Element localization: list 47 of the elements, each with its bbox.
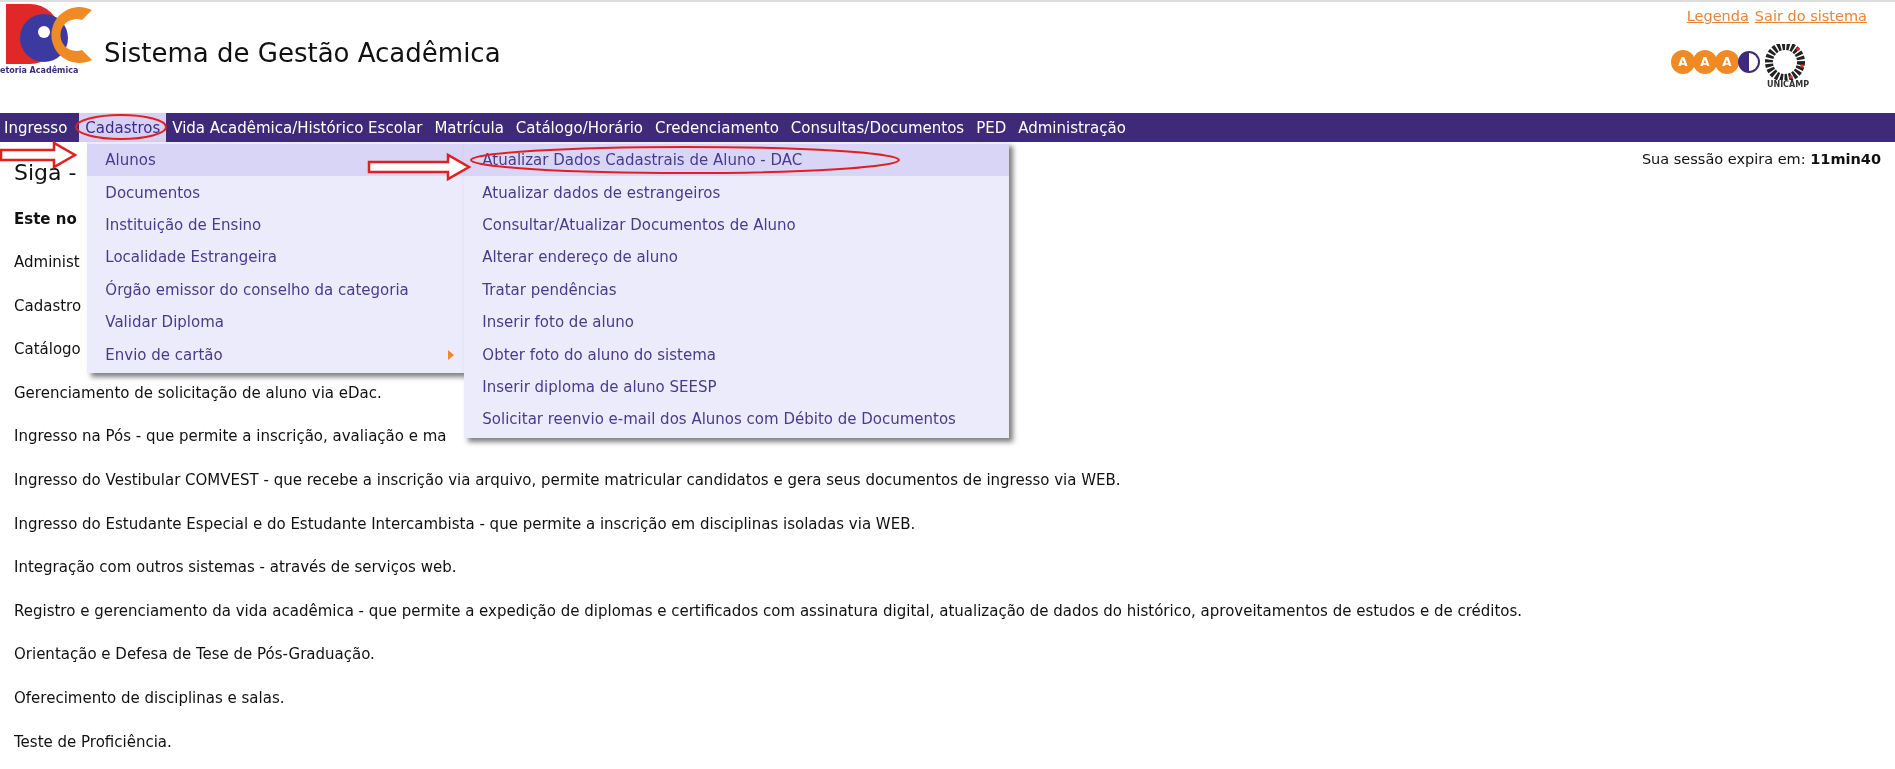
logo-caption: etoria Acadêmica [0,66,79,75]
logo-letter: A [1714,50,1739,74]
paragraph: Ingresso do Vestibular COMVEST - que recebe a inscrição via arquivo, permite matricular candidatos e gera seus documentos de ingresso via WEB. [14,469,1121,490]
menu-item[interactable]: Envio de cartão [87,338,465,371]
paragraph: Ingresso na Pós - que permite a inscrição, avaliação e ma [14,426,447,447]
emblem-icon [1764,44,1805,80]
menu-tab[interactable]: PED [970,113,1013,142]
menu-item[interactable]: Inserir foto de aluno [464,305,1010,339]
half-circle-icon [1736,50,1761,74]
menu-item[interactable]: Órgão emissor do conselho da categoria [87,273,465,306]
paragraph: Orientação e Defesa de Tese de Pós-Graduação. [14,644,375,665]
menu-tab[interactable]: Consultas/Documentos [784,113,971,142]
menu-item[interactable]: Tratar pendências [464,273,1010,306]
menu-item[interactable]: Solicitar reenvio e-mail dos Alunos com Débito de Documentos [464,403,1010,436]
paragraph: Gerenciamento de solicitação de aluno via eDac. [14,382,382,403]
menu-item[interactable]: Instituição de Ensino [87,208,465,242]
menu-item[interactable]: Localidade Estrangeira [87,241,465,274]
logo-letter: A [1692,50,1717,74]
paragraph: Integração com outros sistemas - através de serviços web. [14,557,457,578]
app-title: Sistema de Gestão Acadêmica [104,38,502,68]
menu-item[interactable]: Alunos [87,144,465,177]
paragraph: Registro e gerenciamento da vida acadêmica - que permite a expedição de diplomas e certificados com assinatura digital, atualização de dados do histórico, aproveitamentos de estudos e de créditos. [14,600,1523,621]
paragraph: Teste de Proficiência. [14,731,172,752]
paragraph: Oferecimento de disciplinas e salas. [14,687,285,708]
paragraph: Administ [14,252,80,272]
menu-item[interactable]: Consultar/Atualizar Documentos de Aluno [464,208,1010,242]
menu-item[interactable]: Inserir diploma de aluno SEESP [464,370,1010,404]
menu-tab[interactable]: Catálogo/Horário [509,113,649,142]
menu-item[interactable]: Obter foto do aluno do sistema [464,338,1010,371]
page-heading: Siga - [14,160,77,185]
paragraph: Ingresso do Estudante Especial e do Estudante Intercambista - que permite a inscrição em disciplinas isoladas via WEB. [14,513,916,534]
menu-item[interactable]: Atualizar dados de estrangeiros [464,176,1010,209]
logo-caption: UNICAMP [1766,80,1809,89]
menu-tab[interactable]: Ingresso [0,113,74,142]
menu-item[interactable]: Documentos [87,176,465,209]
paragraph: Cadastro [14,295,82,316]
menu-tab[interactable]: Credenciamento [649,113,785,142]
menu-item[interactable]: Atualizar Dados Cadastrais de Aluno - DAC [464,144,1010,177]
menu-tab[interactable]: Vida Acadêmica/Histórico Escolar [166,113,429,142]
menu-item[interactable]: Alterar endereço de aluno [464,241,1010,274]
session-timer: Sua sessão expira em: 11min40 [1641,151,1881,167]
logo-letter: A [1670,50,1695,74]
intro-text: Este no [14,209,77,229]
menu-item[interactable]: Validar Diploma [87,305,465,339]
paragraph: Catálogo [14,339,81,360]
menu-tab[interactable]: Administração [1012,113,1132,142]
menu-tab[interactable]: Matrícula [428,113,510,142]
